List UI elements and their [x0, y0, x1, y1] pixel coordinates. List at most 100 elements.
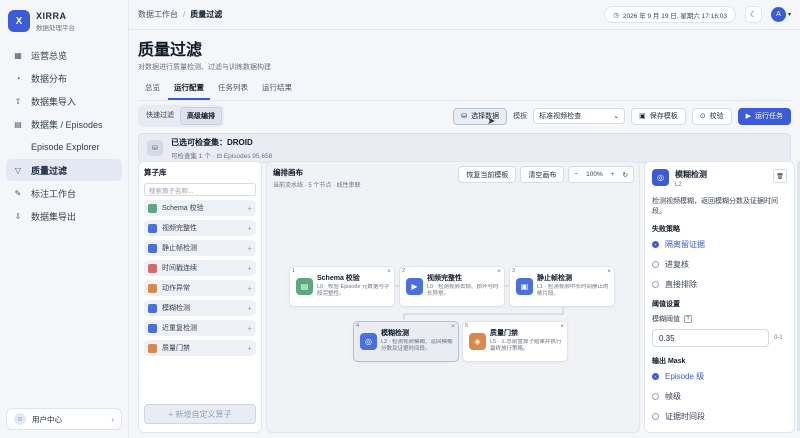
sidebar-item-distribution[interactable]: ◔ 数据分布: [6, 67, 122, 89]
operator-item[interactable]: 时间戳连续 +: [144, 260, 256, 276]
choose-data-button[interactable]: ⛁ 选择数据: [453, 107, 508, 125]
threshold-label: 模糊阈值: [652, 316, 680, 324]
pipeline-node[interactable]: 1 × ▤ Schema 校验 L0 · 校验 Episode 元数据与字段完整性。: [289, 266, 395, 307]
breadcrumb-current: 质量过滤: [190, 10, 223, 19]
operator-search-input[interactable]: 搜索算子名称...: [144, 183, 256, 196]
node-description: L5 · 汇总前置算子结果并执行最终放行策略。: [490, 339, 562, 353]
add-operator-icon[interactable]: +: [247, 224, 252, 233]
validate-label: 校验: [709, 113, 724, 120]
radio-option[interactable]: 进复核: [652, 254, 787, 274]
remove-node-icon[interactable]: ×: [451, 323, 455, 330]
filter-icon: ▽: [14, 165, 22, 175]
radio-option[interactable]: 帧级: [652, 386, 787, 406]
save-template-button[interactable]: ▣ 保存模板: [631, 107, 686, 125]
brand-name: XIRRA: [36, 10, 67, 21]
user-menu[interactable]: A ▾: [770, 7, 791, 22]
detail-level: L2: [675, 182, 682, 188]
pipeline-node[interactable]: 5 × ◈ 质量门禁 L5 · 汇总前置算子结果并执行最终放行策略。: [462, 321, 568, 362]
pipeline-node[interactable]: 4 × ◎ 模糊检测 L2 · 检测视频模糊、返回模糊分数及证据时间段。: [353, 321, 459, 362]
mode-switch: 快速过滤 高级编排: [138, 105, 224, 127]
radio-option[interactable]: 隔离留证据: [652, 234, 787, 254]
sidebar-item-datasets[interactable]: ▤ 数据集 / Episodes: [6, 113, 122, 135]
sidebar-item-overview[interactable]: ▦ 运营总览: [6, 44, 122, 66]
failure-policy-title: 失败策略: [652, 226, 680, 234]
add-operator-icon[interactable]: +: [247, 304, 252, 313]
node-icon: ◈: [469, 333, 486, 350]
remove-node-icon[interactable]: ×: [560, 323, 564, 330]
sidebar-item-annotation[interactable]: ✎ 标注工作台: [6, 182, 122, 204]
operator-label: 模糊检测: [162, 305, 190, 312]
operator-item[interactable]: 模糊检测 +: [144, 300, 256, 316]
threshold-input[interactable]: 0.35: [652, 329, 769, 348]
radio-option[interactable]: 直接排除: [652, 274, 787, 294]
tab-overview[interactable]: 总览: [139, 78, 166, 100]
sidebar-item-explorer[interactable]: Episode Explorer: [6, 136, 122, 158]
theme-toggle-button[interactable]: ☾: [744, 6, 762, 23]
node-description: L0 · 检测视频丢帧、损坏与时长异常。: [427, 284, 499, 298]
page-subtitle: 对数据进行质量检测、过滤与训练数据构建: [138, 64, 271, 71]
operator-item[interactable]: Schema 校验 +: [144, 200, 256, 216]
node-icon: ▣: [516, 278, 533, 295]
remove-node-icon[interactable]: ×: [497, 268, 501, 275]
operator-icon: [148, 263, 157, 273]
template-select[interactable]: 标准视频检查 ⌄: [533, 108, 626, 124]
radio-option[interactable]: Episode 级: [652, 366, 787, 386]
radio-option[interactable]: 证据时间段: [652, 406, 787, 426]
brand-logo: X: [8, 10, 30, 32]
node-title: 静止帧检测: [537, 275, 572, 282]
user-center-button[interactable]: ☺ 用户中心 ›: [6, 408, 122, 430]
detail-title: 模糊检测: [675, 170, 707, 179]
chevron-down-icon: ⌄: [613, 113, 620, 120]
app-root: X XIRRA 数据处理平台 ▦ 运营总览 ◔ 数据分布 ⇧ 数据集导入 ▤ 数据集 /…: [0, 0, 800, 438]
sidebar-item-label: 标注工作台: [31, 188, 77, 199]
remove-node-icon[interactable]: ×: [607, 268, 611, 275]
sidebar-item-import[interactable]: ⇧ 数据集导入: [6, 90, 122, 112]
chevron-down-icon: ▾: [787, 12, 791, 18]
threshold-row: 0.35 0-1: [652, 329, 787, 348]
node-description: L0 · 校验 Episode 元数据与字段完整性。: [317, 284, 390, 298]
pipeline-node[interactable]: 2 × ▶ 视频完整性 L0 · 检测视频丢帧、损坏与时长异常。: [399, 266, 505, 307]
node-description: L2 · 检测视频模糊、返回模糊分数及证据时间段。: [381, 339, 453, 353]
operator-item[interactable]: 近重复检测 +: [144, 320, 256, 336]
page-header: 质量过滤 对数据进行质量检测、过滤与训练数据构建: [129, 30, 800, 72]
operator-item[interactable]: 视频完整性 +: [144, 220, 256, 236]
add-operator-icon[interactable]: +: [247, 244, 252, 253]
radio-label: Episode 级: [665, 371, 705, 381]
remove-node-icon[interactable]: ×: [387, 268, 391, 275]
mode-advanced-button[interactable]: 高级编排: [180, 107, 222, 125]
node-index: 2: [402, 268, 406, 274]
upload-icon: ⇧: [14, 96, 22, 106]
node-index: 4: [356, 323, 360, 329]
radio-label: 证据时间段: [665, 411, 705, 421]
run-task-button[interactable]: ▶ 运行任务: [737, 107, 791, 125]
add-operator-icon[interactable]: +: [247, 264, 252, 273]
operator-item[interactable]: 动作异常 +: [144, 280, 256, 296]
operator-item[interactable]: 质量门禁 +: [144, 340, 256, 356]
dataset-title: 已选可检查集：DROID: [171, 137, 253, 147]
operator-item[interactable]: 静止帧检测 +: [144, 240, 256, 256]
tab-task-list[interactable]: 任务列表: [212, 78, 254, 100]
pipeline-node[interactable]: 3 × ▣ 静止帧检测 L1 · 检测视频中长时间静止的帧片段。: [509, 266, 615, 307]
save-icon: ▣: [639, 113, 646, 120]
help-icon[interactable]: ?: [684, 315, 692, 324]
node-title: 质量门禁: [490, 330, 518, 337]
add-operator-icon[interactable]: +: [247, 324, 252, 333]
tab-run-results[interactable]: 运行结果: [256, 78, 298, 100]
operator-list: Schema 校验 + 视频完整性 + 静止帧检测 + 时间戳连续 + 动作异常 + 模糊检测 + 近重…: [144, 200, 256, 356]
mode-quick-button[interactable]: 快速过滤: [140, 107, 180, 125]
clock-icon: ◷: [613, 11, 619, 19]
add-operator-icon[interactable]: +: [247, 344, 252, 353]
pie-chart-icon: ◔: [15, 73, 21, 83]
add-custom-operator-button[interactable]: + 新增自定义算子: [144, 404, 256, 424]
sidebar-item-export[interactable]: ⇩ 数据集导出: [6, 205, 122, 227]
topbar: 数据工作台 / 质量过滤 ◷ 2026 年 9 月 19 日, 星期六 17:16:0…: [129, 0, 800, 30]
delete-node-button[interactable]: 🗑: [773, 169, 787, 183]
sidebar-item-quality-filter[interactable]: ▽ 质量过滤: [6, 159, 122, 181]
pipeline-canvas[interactable]: 编排画布 当前流水线 · 5 个节点 · 线性串联 恢复当前模板 清空画布 − …: [266, 161, 640, 433]
tab-run-config[interactable]: 运行配置: [168, 78, 210, 100]
add-operator-icon[interactable]: +: [247, 284, 252, 293]
template-value: 标准视频检查: [539, 113, 582, 120]
validate-button[interactable]: ⊙ 校验: [691, 107, 732, 125]
breadcrumb-parent[interactable]: 数据工作台: [138, 10, 178, 19]
add-operator-icon[interactable]: +: [247, 204, 252, 213]
